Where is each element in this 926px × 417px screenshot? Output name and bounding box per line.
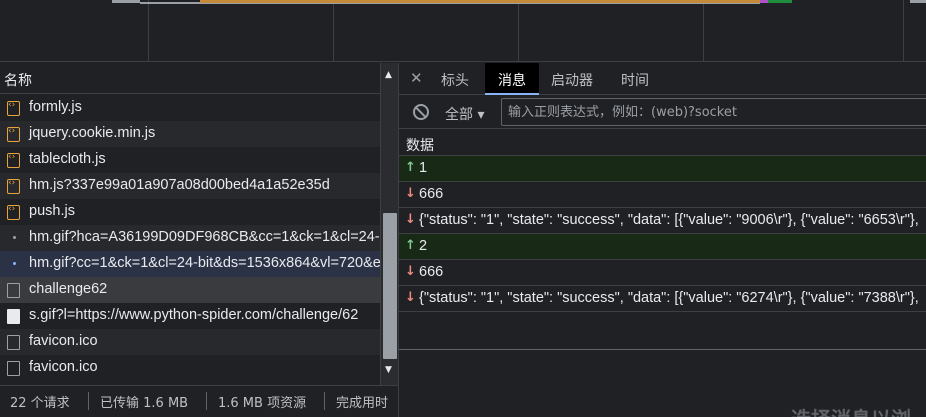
dot-icon: [13, 236, 16, 239]
request-row-active[interactable]: challenge62: [0, 277, 380, 303]
request-name: hm.js?337e99a01a907a08d00bed4a1a52e35d: [29, 177, 330, 193]
request-row[interactable]: hm.gif?hca=A36199D09DF968CB&cc=1&ck=1&cl…: [0, 225, 380, 251]
messages-data-header[interactable]: 数据: [399, 130, 926, 156]
message-text: 2: [419, 238, 428, 254]
message-text: 1: [419, 160, 428, 176]
websocket-icon: [7, 283, 20, 298]
request-row[interactable]: hm.js?337e99a01a907a08d00bed4a1a52e35d: [0, 173, 380, 199]
transferred-size: 已传输 1.6 MB: [100, 396, 189, 411]
down-arrow-icon: ↓: [405, 186, 416, 201]
tab-initiator[interactable]: 启动器: [551, 63, 607, 95]
overview-bar: [112, 0, 140, 3]
clear-block-icon[interactable]: [413, 104, 429, 120]
up-arrow-icon: ↑: [405, 160, 416, 175]
status-separator: [324, 392, 325, 410]
message-row-received[interactable]: ↓ {"status": "1", "state": "success", "d…: [399, 286, 926, 312]
message-row-sent[interactable]: ↑ 2: [399, 234, 926, 260]
request-name: challenge62: [29, 281, 108, 297]
data-column-label: 数据: [406, 138, 434, 154]
message-row-sent[interactable]: ↑ 1: [399, 156, 926, 182]
request-row[interactable]: formly.js: [0, 95, 380, 121]
message-detail-splitter[interactable]: [399, 349, 926, 350]
status-bar: 22 个请求 已传输 1.6 MB 1.6 MB 项资源 完成用时: [0, 385, 398, 417]
overview-gridline: [703, 0, 704, 62]
dot-icon: [13, 262, 16, 265]
js-file-icon: [7, 126, 20, 142]
overview-bar: [768, 0, 792, 3]
name-column-label: 名称: [4, 73, 32, 89]
scrollbar-thumb[interactable]: [383, 213, 397, 359]
request-row[interactable]: jquery.cookie.min.js: [0, 121, 380, 147]
request-row[interactable]: push.js: [0, 199, 380, 225]
request-list-panel: 名称 formly.js jquery.cookie.min.js tablec…: [0, 63, 398, 385]
overview-gridline: [333, 0, 334, 62]
down-arrow-icon: ↓: [405, 212, 416, 227]
request-name: s.gif?l=https://www.python-spider.com/ch…: [29, 307, 359, 323]
down-arrow-icon: ↓: [405, 264, 416, 279]
message-list: ↑ 1 ↓ 666 ↓ {"status": "1", "state": "su…: [399, 156, 926, 312]
request-row-selected[interactable]: hm.gif?cc=1&ck=1&cl=24-bit&ds=1536x864&v…: [0, 251, 380, 277]
overview-bar: [760, 0, 768, 3]
name-column-header[interactable]: 名称: [0, 63, 380, 94]
overview-gridline: [148, 0, 149, 62]
tab-messages[interactable]: 消息: [485, 63, 539, 95]
request-name: push.js: [29, 203, 75, 219]
message-row-received[interactable]: ↓ {"status": "1", "state": "success", "d…: [399, 208, 926, 234]
finish-time: 完成用时: [336, 396, 389, 411]
overview-bar: [910, 0, 926, 3]
request-name: hm.gif?cc=1&ck=1&cl=24-bit&ds=1536x864&v…: [29, 255, 380, 271]
message-filter-input[interactable]: [501, 98, 926, 126]
image-icon: [7, 335, 20, 350]
close-icon[interactable]: ✕: [410, 69, 423, 87]
overview-gridline: [518, 0, 519, 62]
js-file-icon: [7, 178, 20, 194]
document-icon: [7, 309, 20, 324]
message-row-received[interactable]: ↓ 666: [399, 182, 926, 208]
scroll-down-icon[interactable]: ▼: [385, 365, 392, 375]
request-name: jquery.cookie.min.js: [29, 125, 156, 141]
request-count: 22 个请求: [10, 396, 70, 411]
details-panel: ✕ 标头 消息 启动器 时间 全部 ▾ 数据 ↑ 1 ↓ 666 ↓ {"sta…: [399, 63, 926, 417]
overview-bar: [200, 0, 760, 3]
message-text: {"status": "1", "state": "success", "dat…: [419, 290, 919, 306]
tab-timing[interactable]: 时间: [621, 63, 661, 95]
message-type-select[interactable]: 全部 ▾: [445, 104, 484, 124]
status-separator: [88, 392, 89, 410]
request-list-scrollbar[interactable]: ▲ ▼: [380, 63, 398, 385]
js-file-icon: [7, 152, 20, 168]
request-row[interactable]: tablecloth.js: [0, 147, 380, 173]
message-text: {"status": "1", "state": "success", "dat…: [419, 212, 919, 228]
js-file-icon: [7, 204, 20, 220]
js-file-icon: [7, 100, 20, 116]
request-row[interactable]: favicon.ico: [0, 329, 380, 355]
request-name: formly.js: [29, 99, 82, 115]
down-arrow-icon: ↓: [405, 290, 416, 305]
up-arrow-icon: ↑: [405, 238, 416, 253]
details-tabs: ✕ 标头 消息 启动器 时间: [399, 63, 926, 95]
timeline-overview[interactable]: [0, 0, 926, 62]
tab-headers[interactable]: 标头: [441, 63, 481, 95]
status-separator: [206, 392, 207, 410]
scroll-up-icon[interactable]: ▲: [385, 70, 392, 80]
overview-gridline: [903, 0, 904, 62]
request-name: favicon.ico: [29, 333, 98, 349]
message-text: 666: [419, 186, 444, 202]
select-message-hint: 选择消息以浏: [791, 403, 911, 417]
request-name: hm.gif?hca=A36199D09DF968CB&cc=1&ck=1&cl…: [29, 229, 380, 245]
message-text: 666: [419, 264, 444, 280]
resource-size: 1.6 MB 项资源: [218, 396, 307, 411]
request-name: tablecloth.js: [29, 151, 106, 167]
request-rows: formly.js jquery.cookie.min.js tableclot…: [0, 95, 380, 385]
message-row-received[interactable]: ↓ 666: [399, 260, 926, 286]
request-name: favicon.ico: [29, 359, 98, 375]
image-icon: [7, 361, 20, 376]
request-row[interactable]: favicon.ico: [0, 355, 380, 381]
message-filter-bar: 全部 ▾: [399, 95, 926, 129]
request-row[interactable]: s.gif?l=https://www.python-spider.com/ch…: [0, 303, 380, 329]
